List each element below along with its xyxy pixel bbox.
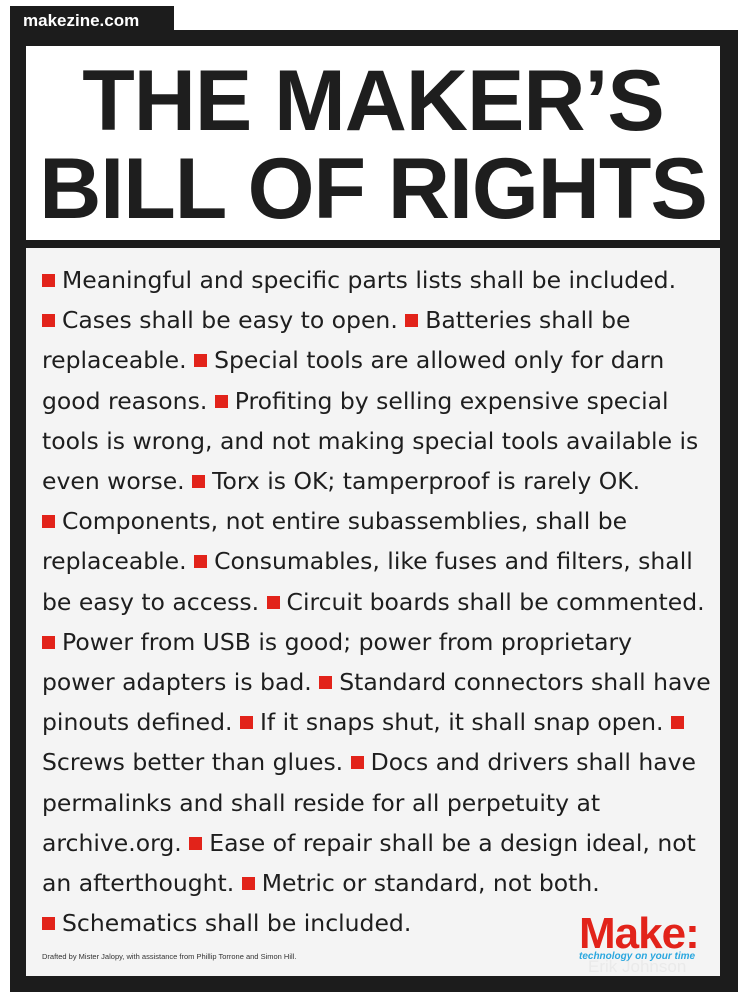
red-square-bullet-icon: [42, 515, 55, 529]
red-square-bullet-icon: [350, 756, 364, 770]
right-text: Circuit boards shall be commented.: [286, 587, 705, 616]
right-item: Circuit boards shall be commented.: [266, 587, 705, 616]
right-text: Meaningful and specific parts lists shal…: [62, 266, 677, 294]
red-square-bullet-icon: [189, 836, 203, 850]
red-square-bullet-icon: [42, 635, 55, 649]
red-square-bullet-icon: [194, 555, 208, 569]
watermark: Erik Johnson: [588, 957, 687, 976]
red-square-bullet-icon: [192, 475, 206, 489]
red-square-bullet-icon: [42, 314, 55, 328]
right-text: Cases shall be easy to open.: [62, 306, 398, 335]
red-square-bullet-icon: [42, 917, 55, 931]
right-item: Meaningful and specific parts lists shal…: [42, 266, 676, 294]
right-text: Screws better than glues.: [42, 748, 344, 777]
right-item: If it snaps shut, it shall snap open.: [239, 708, 664, 737]
right-text: Metric or standard, not both.: [261, 869, 600, 898]
red-square-bullet-icon: [266, 595, 280, 609]
rights-panel: Meaningful and specific parts lists shal…: [26, 248, 720, 976]
right-item: Torx is OK; tamperproof is rarely OK.: [192, 467, 640, 495]
red-square-bullet-icon: [42, 274, 55, 287]
right-text: Torx is OK; tamperproof is rarely OK.: [212, 467, 641, 496]
red-square-bullet-icon: [214, 394, 228, 408]
red-square-bullet-icon: [671, 716, 684, 730]
poster: THE MAKER’S BILL OF RIGHTS Meaningful an…: [10, 30, 738, 992]
title-box: THE MAKER’S BILL OF RIGHTS: [26, 46, 720, 240]
red-square-bullet-icon: [194, 354, 208, 368]
title-line-1: THE MAKER’S: [82, 53, 664, 149]
title-line-2: BILL OF RIGHTS: [39, 141, 708, 237]
red-square-bullet-icon: [405, 314, 419, 328]
right-item: Cases shall be easy to open.: [42, 306, 398, 334]
right-item: Schematics shall be included.: [42, 909, 411, 937]
red-square-bullet-icon: [319, 676, 333, 690]
red-square-bullet-icon: [239, 716, 253, 730]
credit-line: Drafted by Mister Jalopy, with assistanc…: [42, 952, 297, 961]
right-text: Schematics shall be included.: [62, 909, 412, 938]
red-square-bullet-icon: [241, 877, 255, 891]
right-item: Metric or standard, not both.: [241, 869, 600, 898]
right-text: If it snaps shut, it shall snap open.: [259, 708, 664, 737]
rights-list: Meaningful and specific parts lists shal…: [42, 260, 712, 943]
